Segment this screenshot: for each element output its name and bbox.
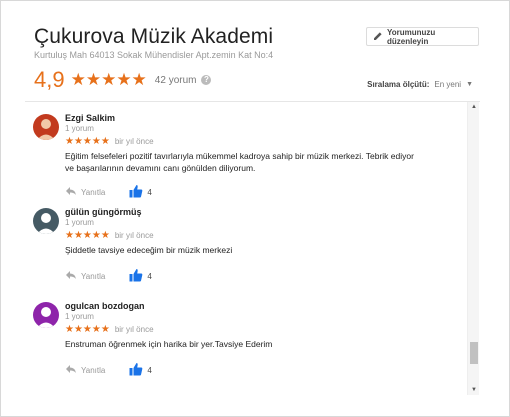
reviewer-review-count: 1 yorum [65, 312, 94, 321]
review-count-link[interactable]: 42 yorum [155, 75, 197, 86]
review-text: Enstruman öğrenmek için harika bir yer.T… [65, 339, 273, 349]
review-list-scrollbar[interactable]: ▲ ▼ [467, 102, 479, 395]
review-text: Eğitim felsefeleri pozitif tavırlarıyla … [65, 151, 414, 173]
review-actions: Yanıtla 4 [65, 268, 152, 284]
pencil-icon [373, 31, 383, 43]
reviewer-name[interactable]: Ezgi Salkim [65, 113, 115, 123]
avatar[interactable] [33, 114, 59, 140]
reply-label: Yanıtla [81, 271, 106, 281]
edit-review-label: Yorumunuzu düzenleyin [387, 27, 436, 46]
review-stars: ★★★★★ [65, 230, 110, 241]
sort-label: Sıralama ölçütü: [367, 80, 430, 89]
scroll-up-arrow[interactable]: ▲ [468, 102, 480, 112]
review-item: gülün güngörmüş 1 yorum ★★★★★ bir yıl ön… [25, 196, 467, 290]
reply-button[interactable]: Yanıtla [65, 270, 105, 282]
review-stars: ★★★★★ [65, 136, 110, 147]
reviewer-review-count: 1 yorum [65, 218, 94, 227]
place-address: Kurtuluş Mah 64013 Sokak Mühendisler Apt… [34, 50, 274, 60]
review-item: ogulcan bozdogan 1 yorum ★★★★★ bir yıl ö… [25, 290, 467, 384]
reply-label: Yanıtla [81, 365, 106, 375]
chevron-down-icon: ▼ [466, 81, 473, 88]
reviewer-name[interactable]: ogulcan bozdogan [65, 301, 145, 311]
thumbs-up-icon [129, 362, 143, 378]
reviewer-review-count: 1 yorum [65, 124, 94, 133]
review-actions: Yanıtla 4 [65, 362, 152, 378]
sort-value: En yeni [434, 80, 462, 89]
review-stars: ★★★★★ [65, 324, 110, 335]
avatar[interactable] [33, 208, 59, 234]
thumbs-up-icon [129, 268, 143, 284]
reviewer-name[interactable]: gülün güngörmüş [65, 207, 142, 217]
like-count: 4 [147, 365, 152, 375]
reply-button[interactable]: Yanıtla [65, 364, 105, 376]
review-rating: ★★★★★ bir yıl önce [65, 324, 154, 335]
avatar[interactable] [33, 302, 59, 328]
edit-review-button[interactable]: Yorumunuzu düzenleyin [366, 27, 479, 46]
info-icon[interactable]: ? [201, 75, 212, 85]
rating-value: 4,9 [34, 67, 65, 92]
review-rating: ★★★★★ bir yıl önce [65, 136, 154, 147]
reply-icon [65, 270, 77, 282]
review-time: bir yıl önce [114, 325, 154, 334]
review-time: bir yıl önce [114, 137, 154, 146]
rating-stars: ★★★★★ [70, 70, 147, 89]
reply-icon [65, 364, 77, 376]
review-text: Şiddetle tavsiye edeceğim bir müzik merk… [65, 245, 233, 255]
scroll-down-arrow[interactable]: ▼ [468, 385, 480, 395]
review-list: Ezgi Salkim 1 yorum ★★★★★ bir yıl önce E… [25, 102, 467, 395]
sort-selector[interactable]: Sıralama ölçütü: En yeni ▼ [367, 80, 473, 89]
like-button[interactable]: 4 [129, 362, 152, 378]
review-item: Ezgi Salkim 1 yorum ★★★★★ bir yıl önce E… [25, 102, 467, 198]
place-title: Çukurova Müzik Akademi [34, 25, 274, 48]
like-count: 4 [147, 271, 152, 281]
rating-summary: 4,9 ★★★★★ 42 yorum ? [34, 67, 212, 93]
reviews-dialog: Çukurova Müzik Akademi Kurtuluş Mah 6401… [0, 0, 510, 417]
review-rating: ★★★★★ bir yıl önce [65, 230, 154, 241]
like-button[interactable]: 4 [129, 268, 152, 284]
review-time: bir yıl önce [114, 231, 154, 240]
scroll-thumb[interactable] [470, 342, 478, 364]
